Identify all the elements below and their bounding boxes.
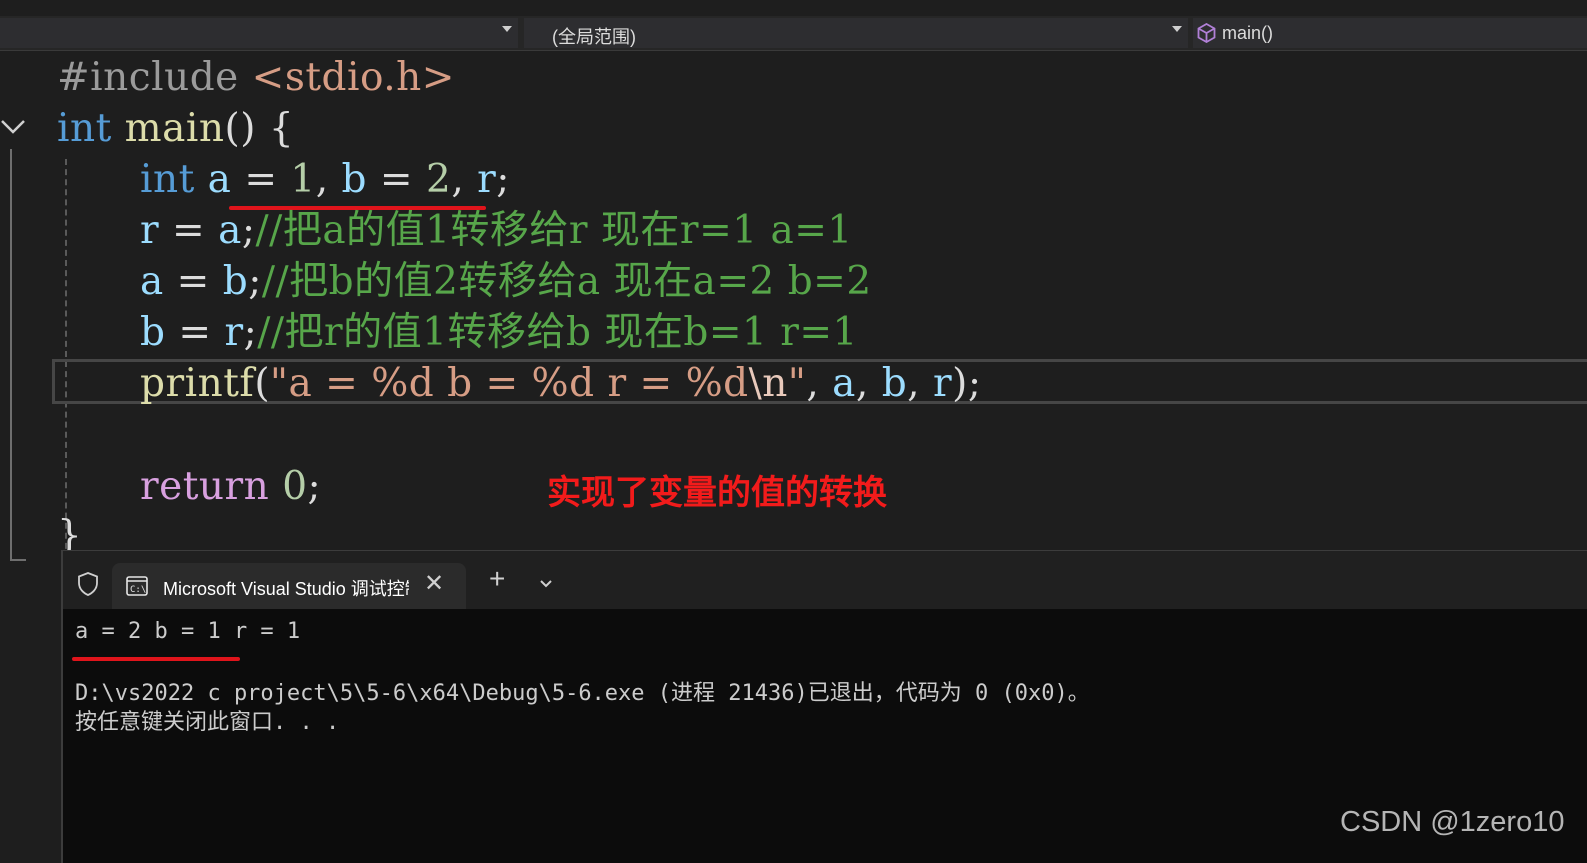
- number: 0: [282, 464, 308, 509]
- number: 2: [426, 157, 452, 202]
- keyword: int: [140, 157, 195, 202]
- chevron-down-icon[interactable]: [0, 117, 28, 137]
- variable: b: [881, 361, 908, 406]
- string-literal: "a = %d b = %d r = %d: [270, 361, 749, 406]
- code-comment: //把r的值1转移给b 现在b=1 r=1: [257, 310, 858, 355]
- punctuation: );: [952, 361, 982, 406]
- punctuation: ;: [243, 310, 258, 355]
- include-directive: #include: [57, 55, 239, 100]
- console-tab-title: Microsoft Visual Studio 调试控制台: [163, 579, 409, 599]
- variable: r: [224, 310, 244, 355]
- operator: =: [231, 157, 291, 202]
- code-line-9: return 0;: [140, 462, 321, 512]
- number: 1: [290, 157, 316, 202]
- function-dropdown[interactable]: main(): [1193, 18, 1587, 48]
- code-comment: //把a的值1转移给r 现在r=1 a=1: [255, 208, 853, 253]
- function-name: main: [124, 106, 225, 151]
- punctuation: ;: [307, 464, 322, 509]
- keyword: int: [57, 106, 112, 151]
- code-line-1: #include <stdio.h>: [57, 53, 455, 103]
- new-tab-button[interactable]: +: [489, 565, 505, 593]
- svg-text:C:\: C:\: [130, 585, 146, 595]
- watermark: CSDN @1zero10: [1340, 806, 1565, 838]
- console-tab-bar: C:\ Microsoft Visual Studio 调试控制台 ✕ +: [63, 551, 1587, 609]
- program-output: a = 2 b = 1 r = 1: [75, 619, 301, 644]
- punctuation: ,: [855, 361, 882, 406]
- variable-r: r: [477, 157, 497, 202]
- code-line-7: printf("a = %d b = %d r = %d\n", a, b, r…: [140, 359, 981, 409]
- escape-sequence: \n: [748, 361, 788, 406]
- annotation-text: 实现了变量的值的转换: [547, 474, 887, 512]
- navigation-bar: (全局范围) main(): [0, 16, 1587, 51]
- code-line-6: b = r;//把r的值1转移给b 现在b=1 r=1: [140, 308, 858, 358]
- chevron-down-icon[interactable]: [539, 579, 553, 589]
- code-line-5: a = b;//把b的值2转移给a 现在a=2 b=2: [140, 257, 872, 307]
- operator: =: [165, 310, 225, 355]
- punctuation: (: [254, 361, 271, 406]
- string-literal: ": [787, 361, 807, 406]
- code-line-3: int a = 1, b = 2, r;: [140, 155, 510, 205]
- punctuation: ,: [907, 361, 933, 406]
- close-icon[interactable]: ✕: [424, 569, 444, 598]
- console-tab[interactable]: C:\ Microsoft Visual Studio 调试控制台 ✕: [112, 563, 466, 609]
- variable: a: [140, 259, 164, 304]
- code-comment: //把b的值2转移给a 现在a=2 b=2: [261, 259, 872, 304]
- variable-a: a: [207, 157, 232, 202]
- operator: =: [159, 208, 219, 253]
- variable: a: [218, 208, 242, 253]
- scope-label: (全局范围): [552, 27, 636, 47]
- close-prompt: 按任意键关闭此窗口. . .: [75, 710, 340, 735]
- code-line-4: r = a;//把a的值1转移给r 现在r=1 a=1: [140, 206, 853, 256]
- variable: b: [140, 310, 166, 355]
- shield-icon[interactable]: [77, 571, 99, 597]
- title-strip: [0, 0, 1587, 16]
- red-underline-mark: [72, 657, 240, 661]
- chevron-down-icon[interactable]: [502, 26, 512, 32]
- fold-guide-end: [10, 559, 26, 561]
- variable: r: [140, 208, 160, 253]
- include-header: <stdio.h>: [251, 55, 455, 100]
- variable: r: [932, 361, 953, 406]
- cube-icon: [1197, 23, 1216, 43]
- punctuation: ;: [496, 157, 510, 202]
- operator: =: [367, 157, 426, 202]
- variable: b: [222, 259, 249, 304]
- operator: =: [163, 259, 223, 304]
- punctuation: ;: [248, 259, 262, 304]
- punctuation: ,: [451, 157, 478, 202]
- keyword-return: return: [140, 464, 270, 509]
- punctuation: () {: [224, 106, 295, 151]
- fold-guide: [10, 149, 12, 559]
- punctuation: ,: [315, 157, 342, 202]
- scope-dropdown[interactable]: (全局范围): [524, 18, 1188, 48]
- cmd-icon: C:\: [126, 576, 148, 596]
- exit-message: D:\vs2022 c project\5\5-6\x64\Debug\5-6.…: [75, 681, 1090, 706]
- code-line-2: int main() {: [57, 104, 294, 154]
- punctuation: ,: [806, 361, 833, 406]
- project-dropdown[interactable]: [0, 18, 518, 48]
- punctuation: ;: [241, 208, 256, 253]
- variable-b: b: [341, 157, 368, 202]
- function-name: printf: [140, 361, 255, 406]
- variable: a: [832, 361, 856, 406]
- function-label: main(): [1222, 23, 1274, 43]
- chevron-down-icon[interactable]: [1172, 26, 1182, 32]
